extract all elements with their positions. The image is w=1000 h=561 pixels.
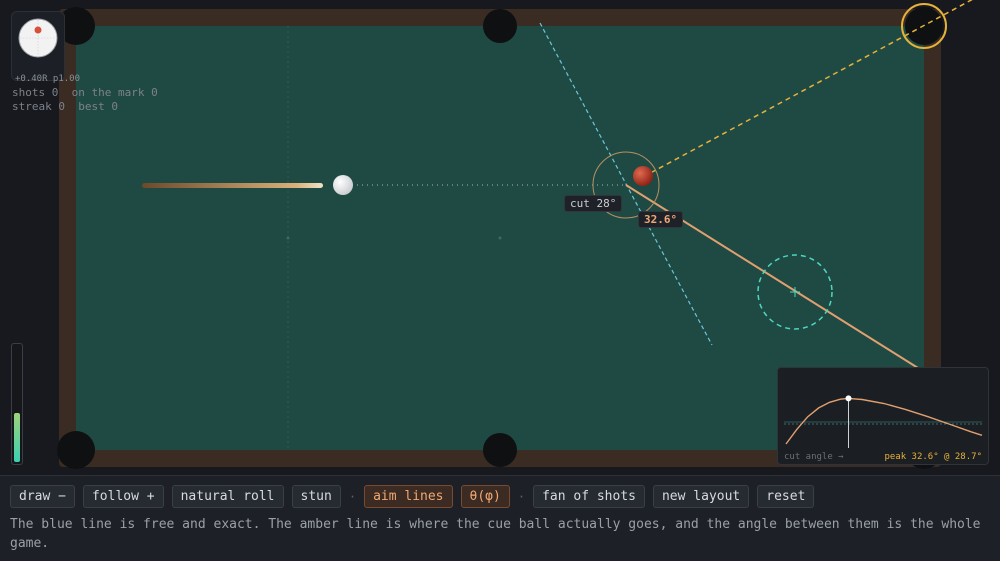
control-toolbar: draw − follow + natural roll stun · aim …	[0, 475, 1000, 561]
toolbar-separator: ·	[348, 489, 357, 504]
cut-angle-label: cut 28°	[564, 195, 623, 212]
power-meter-fill	[14, 413, 20, 462]
theta-phi-chart: cut angle → peak 32.6° @ 28.7°	[777, 367, 989, 465]
theta-phi-toggle[interactable]: θ(φ)	[460, 485, 510, 508]
cue-stick[interactable]	[142, 183, 323, 188]
stats-line-shots: shots 0 on the mark 0	[12, 86, 158, 99]
stun-button[interactable]: stun	[291, 485, 341, 508]
reset-button[interactable]: reset	[757, 485, 815, 508]
chart-marker-point	[845, 395, 852, 402]
object-ball[interactable]	[633, 166, 653, 186]
aim-lines-toggle[interactable]: aim lines	[364, 485, 453, 508]
fan-of-shots-button[interactable]: fan of shots	[533, 485, 645, 508]
toolbar-separator: ·	[517, 489, 526, 504]
spin-selector[interactable]: +0.40R p1.00	[11, 11, 80, 84]
chart-curve	[785, 397, 983, 445]
head-spot	[286, 236, 290, 240]
cue-ball-spin-diagram[interactable]	[12, 12, 64, 64]
natural-roll-button[interactable]: natural roll	[171, 485, 284, 508]
pocket-top-middle	[483, 9, 517, 43]
new-layout-button[interactable]: new layout	[652, 485, 750, 508]
game-area[interactable]: +0.40R p1.00 shots 0 on the mark 0 strea…	[0, 0, 1000, 475]
shot-stats: shots 0 on the mark 0 streak 0 best 0	[12, 86, 158, 114]
cue-ball[interactable]	[333, 175, 353, 195]
spin-contact-dot[interactable]	[34, 26, 42, 34]
chart-peak-readout: peak 32.6° @ 28.7°	[884, 452, 982, 462]
pocket-bottom-left	[57, 431, 95, 469]
stats-line-streak: streak 0 best 0	[12, 100, 118, 113]
chart-x-label: cut angle →	[784, 452, 844, 462]
theta-phi-plot	[784, 395, 983, 448]
toolbar-buttons: draw − follow + natural roll stun · aim …	[10, 485, 815, 508]
pocket-bottom-middle	[483, 433, 517, 467]
spin-readout: +0.40R p1.00	[15, 74, 81, 84]
explanation-caption: The blue line is free and exact. The amb…	[10, 517, 981, 551]
center-spot	[498, 236, 502, 240]
follow-button[interactable]: follow +	[82, 485, 164, 508]
draw-button[interactable]: draw −	[10, 485, 75, 508]
power-meter[interactable]	[11, 343, 23, 465]
throw-angle-label: 32.6°	[638, 211, 684, 228]
